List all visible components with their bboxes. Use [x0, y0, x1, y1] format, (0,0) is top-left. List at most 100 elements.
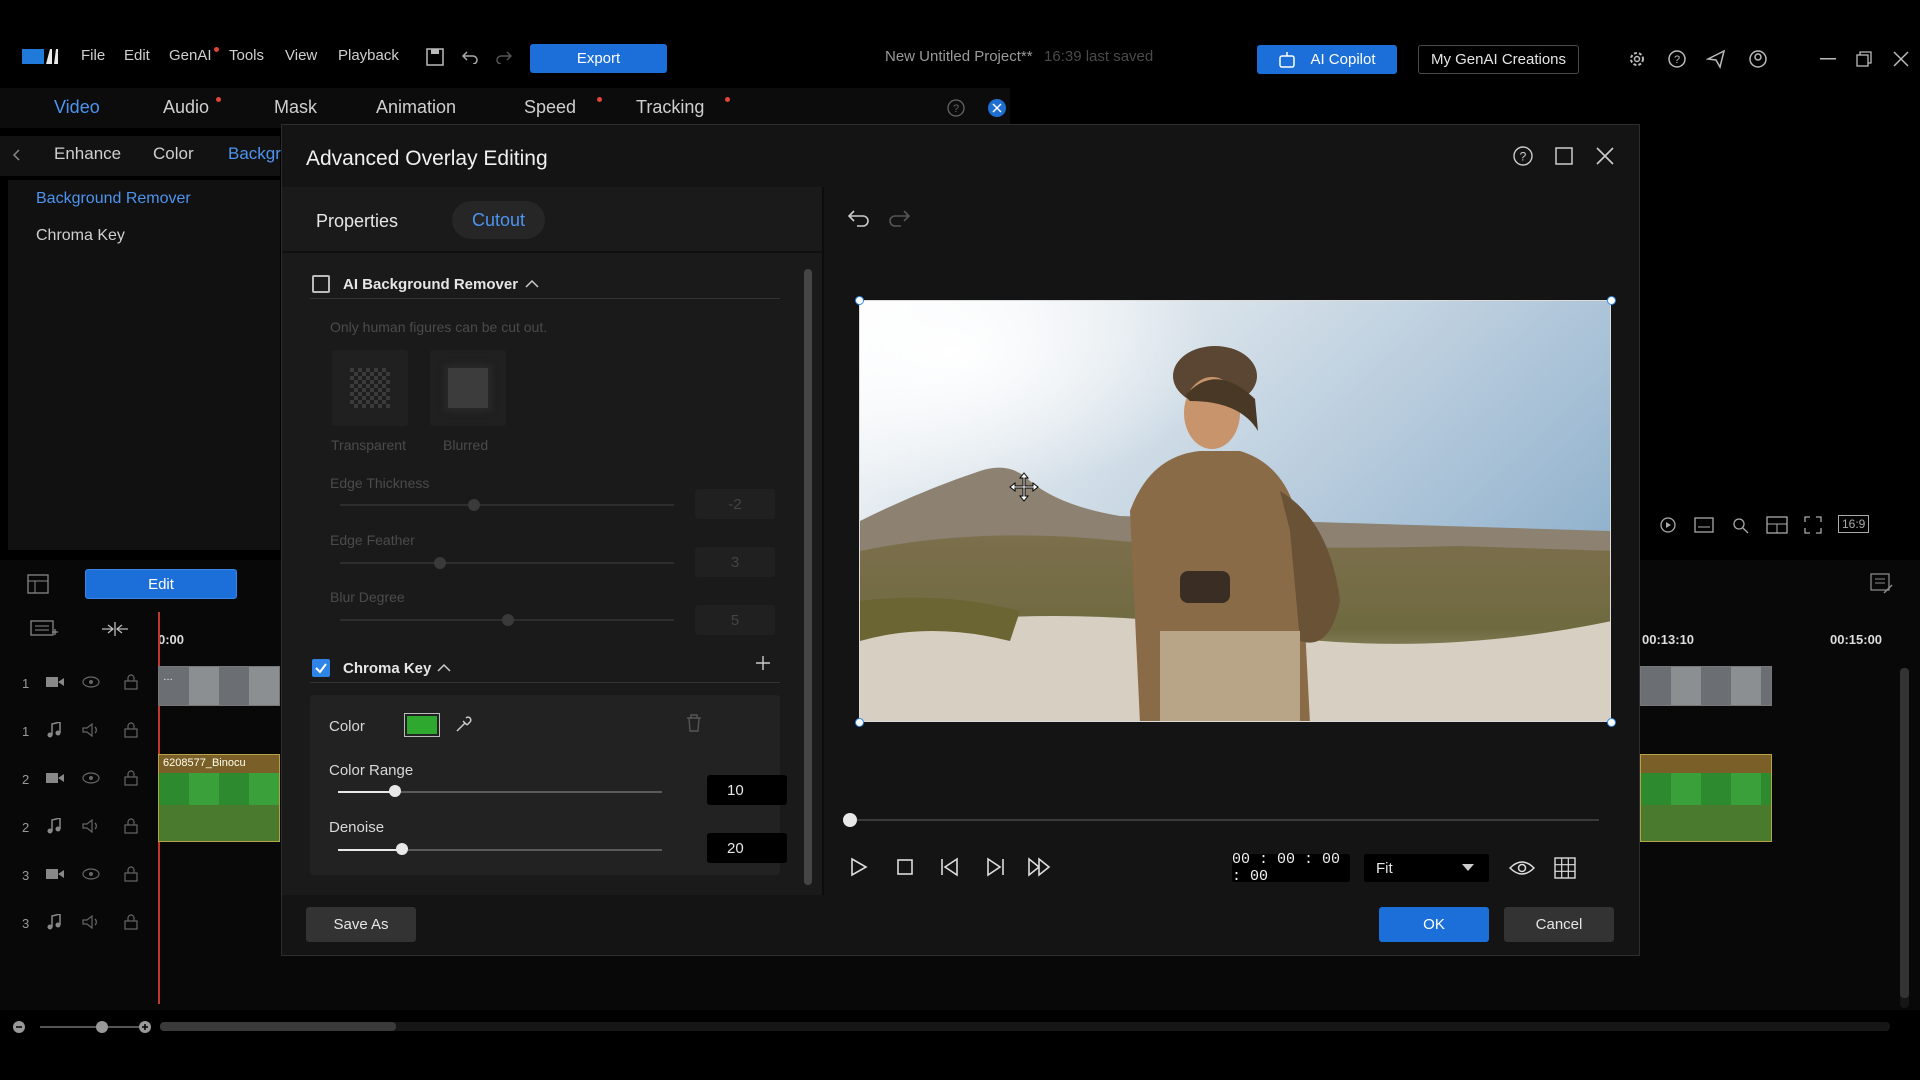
ai-copilot-button[interactable]: AI Copilot — [1257, 45, 1397, 74]
menu-tools[interactable]: Tools — [229, 47, 264, 64]
stop-icon[interactable] — [896, 858, 914, 876]
panel-scrollbar[interactable] — [804, 269, 812, 885]
snapshot-icon[interactable] — [1658, 516, 1678, 534]
overlay-clip[interactable] — [1640, 754, 1772, 842]
app-logo-icon[interactable] — [22, 46, 58, 66]
resize-handle-bottom-right[interactable] — [1607, 718, 1616, 727]
subtab-color[interactable]: Color — [153, 144, 194, 164]
blur-degree-input[interactable]: 5 — [695, 605, 775, 635]
eyedropper-icon[interactable] — [455, 715, 473, 733]
save-icon[interactable] — [426, 48, 444, 66]
track-manager-icon[interactable] — [30, 620, 58, 638]
visibility-eye-icon[interactable] — [82, 772, 100, 784]
horizontal-scrollbar[interactable] — [160, 1022, 1890, 1031]
layout-icon[interactable] — [1766, 516, 1788, 534]
add-color-icon[interactable] — [755, 655, 771, 671]
preview-eye-icon[interactable] — [1509, 859, 1535, 877]
help-icon[interactable]: ? — [1512, 145, 1534, 167]
timeline-zoom-slider[interactable] — [40, 1026, 140, 1028]
edge-thickness-knob[interactable] — [468, 499, 480, 511]
menu-view[interactable]: View — [285, 47, 317, 64]
close-dialog-icon[interactable] — [1595, 146, 1615, 166]
resize-handle-bottom-left[interactable] — [855, 718, 864, 727]
volume-icon[interactable] — [82, 819, 100, 833]
color-range-input[interactable]: 10 — [707, 775, 787, 805]
edit-button[interactable]: Edit — [85, 569, 237, 599]
resize-handle-top-right[interactable] — [1607, 296, 1616, 305]
preview-canvas[interactable] — [859, 300, 1611, 722]
settings-gear-icon[interactable] — [1627, 49, 1647, 69]
visibility-eye-icon[interactable] — [82, 868, 100, 880]
volume-icon[interactable] — [82, 915, 100, 929]
scrollbar-thumb[interactable] — [160, 1022, 396, 1031]
close-window-icon[interactable] — [1893, 51, 1909, 67]
fullscreen-icon[interactable] — [1804, 516, 1822, 534]
video-clip[interactable] — [1640, 666, 1772, 706]
lock-icon[interactable] — [124, 722, 138, 738]
redo-icon[interactable] — [887, 209, 911, 227]
transparent-option[interactable] — [332, 350, 408, 426]
grid-icon[interactable] — [1554, 857, 1576, 879]
subtab-enhance[interactable]: Enhance — [54, 144, 121, 164]
next-frame-icon[interactable] — [984, 857, 1006, 877]
edge-feather-input[interactable]: 3 — [695, 547, 775, 577]
vertical-scrollbar[interactable] — [1900, 668, 1909, 1008]
scrollbar-thumb[interactable] — [1900, 668, 1909, 998]
subtitle-icon[interactable] — [1694, 517, 1714, 533]
maximize-icon[interactable] — [1554, 146, 1574, 166]
tab-animation[interactable]: Animation — [376, 97, 456, 118]
menu-playback[interactable]: Playback — [338, 47, 399, 64]
chevron-up-icon[interactable] — [525, 279, 539, 289]
save-as-button[interactable]: Save As — [306, 907, 416, 942]
play-icon[interactable] — [850, 857, 868, 877]
previous-frame-icon[interactable] — [939, 857, 961, 877]
tab-speed[interactable]: Speed — [524, 97, 603, 118]
help-icon[interactable]: ? — [1667, 49, 1687, 69]
lock-icon[interactable] — [124, 866, 138, 882]
visibility-eye-icon[interactable] — [82, 676, 100, 688]
ok-button[interactable]: OK — [1379, 907, 1489, 942]
menu-edit[interactable]: Edit — [124, 47, 150, 64]
lock-icon[interactable] — [124, 914, 138, 930]
overlay-clip[interactable]: 6208577_Binocu — [158, 754, 280, 842]
zoom-icon[interactable] — [1730, 516, 1750, 534]
account-icon[interactable] — [1748, 49, 1768, 69]
ai-background-remover-checkbox[interactable] — [312, 275, 330, 293]
color-range-knob[interactable] — [389, 785, 401, 797]
edge-feather-slider[interactable] — [340, 562, 674, 564]
tab-video[interactable]: Video — [54, 97, 100, 118]
delete-trash-icon[interactable] — [686, 714, 702, 732]
volume-icon[interactable] — [82, 723, 100, 737]
chroma-color-swatch[interactable] — [404, 713, 440, 737]
menu-genai[interactable]: GenAI — [169, 47, 219, 64]
scrollbar-thumb[interactable] — [804, 269, 812, 885]
close-panel-icon[interactable] — [987, 98, 1007, 118]
fit-dropdown[interactable]: Fit — [1364, 854, 1489, 882]
restore-icon[interactable] — [1856, 51, 1872, 67]
fast-forward-icon[interactable] — [1027, 857, 1053, 877]
chevron-up-icon[interactable] — [437, 663, 451, 673]
video-clip[interactable]: … — [158, 666, 280, 706]
zoom-in-icon[interactable] — [138, 1020, 152, 1034]
resize-handle-top-left[interactable] — [855, 296, 864, 305]
cancel-button[interactable]: Cancel — [1504, 907, 1614, 942]
split-icon[interactable] — [100, 622, 130, 636]
tab-tracking[interactable]: Tracking — [636, 97, 731, 118]
undo-icon[interactable] — [847, 209, 871, 227]
blurred-option[interactable] — [430, 350, 506, 426]
timecode-display[interactable]: 00 : 00 : 00 : 00 — [1232, 851, 1350, 885]
undo-icon[interactable] — [461, 50, 479, 64]
subtab-background[interactable]: Backgr — [228, 144, 281, 164]
seek-knob[interactable] — [843, 813, 857, 827]
lock-icon[interactable] — [124, 818, 138, 834]
storyboard-icon[interactable] — [27, 574, 49, 594]
edge-thickness-slider[interactable] — [340, 504, 674, 506]
edge-thickness-input[interactable]: -2 — [695, 489, 775, 519]
tab-audio[interactable]: Audio — [163, 97, 222, 118]
chroma-key-checkbox[interactable] — [312, 659, 330, 677]
denoise-knob[interactable] — [396, 843, 408, 855]
edit-mode-icon[interactable] — [1870, 573, 1894, 595]
minimize-icon[interactable] — [1820, 58, 1836, 60]
denoise-input[interactable]: 20 — [707, 833, 787, 863]
seek-bar[interactable] — [847, 819, 1599, 821]
